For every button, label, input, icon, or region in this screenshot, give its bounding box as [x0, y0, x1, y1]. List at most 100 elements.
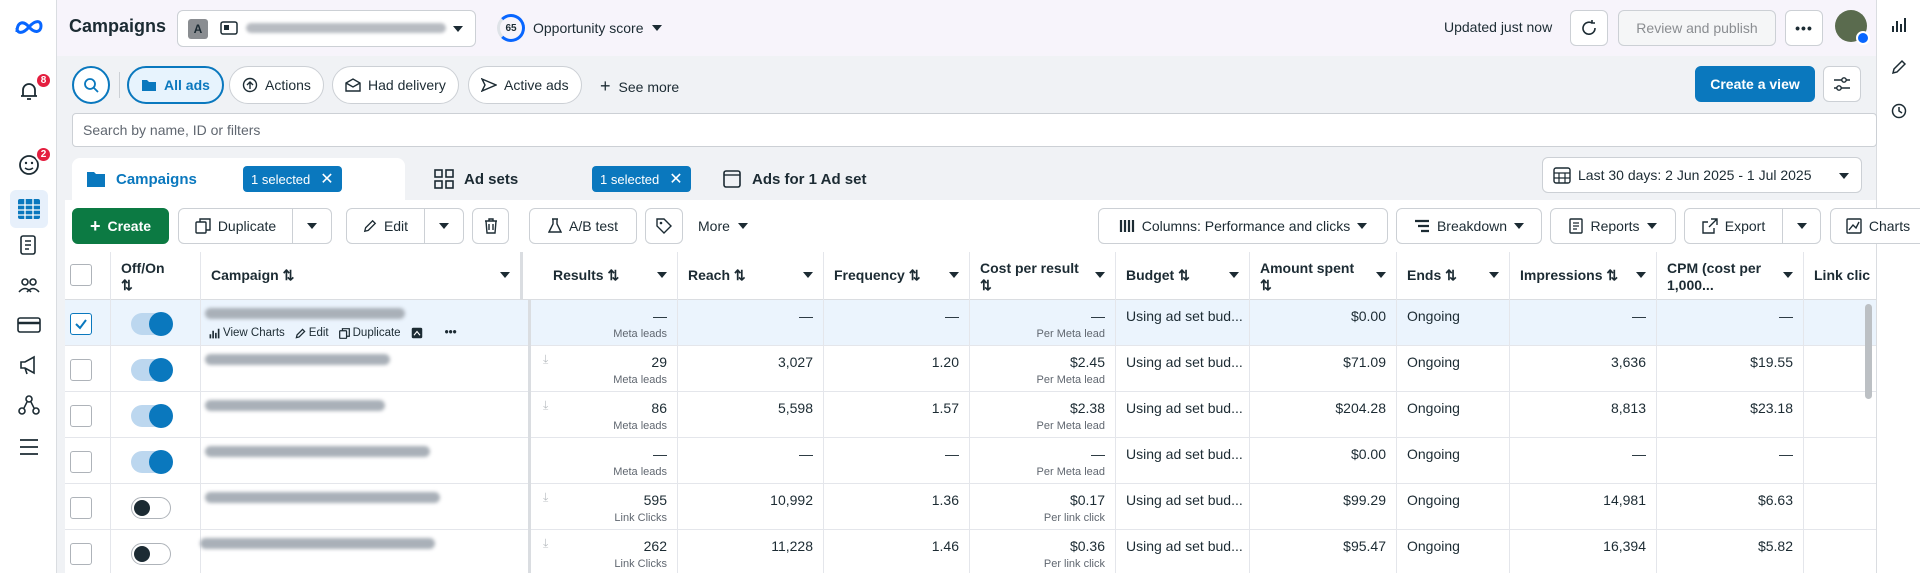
- campaign-name-redacted[interactable]: [205, 354, 390, 365]
- ads-manager-table-icon[interactable]: [10, 190, 48, 228]
- header-amount-spent[interactable]: Amount spent ⇅: [1250, 252, 1397, 300]
- refresh-button[interactable]: [1570, 10, 1608, 46]
- header-link-clicks[interactable]: Link clic: [1804, 252, 1876, 300]
- row-checkbox[interactable]: [70, 313, 92, 335]
- campaign-name-redacted[interactable]: [205, 400, 385, 411]
- notifications-bell-icon[interactable]: 8: [14, 72, 52, 106]
- account-selector[interactable]: A: [177, 10, 476, 47]
- charts-button[interactable]: Charts: [1830, 208, 1920, 244]
- pages-icon[interactable]: [14, 230, 44, 260]
- delivery-toggle[interactable]: [131, 450, 173, 474]
- pill-all-ads[interactable]: All ads: [127, 66, 224, 104]
- table-row[interactable]: ⤓ 595 Link Clicks 10,992 1.36 $0.17 Per link c…: [65, 484, 1876, 530]
- header-off-on[interactable]: Off/On ⇅: [111, 252, 201, 300]
- header-reach[interactable]: Reach ⇅: [678, 252, 824, 300]
- campaign-name-redacted[interactable]: [205, 492, 440, 503]
- download-icon[interactable]: ⤓: [543, 490, 548, 505]
- edit-link[interactable]: Edit: [295, 327, 329, 339]
- menu-hamburger-icon[interactable]: [14, 432, 44, 462]
- header-results[interactable]: Results ⇅: [531, 252, 678, 300]
- tab-ad-sets[interactable]: Ad sets 1 selected ✕: [414, 158, 699, 200]
- search-input[interactable]: Search by name, ID or filters: [72, 113, 1877, 147]
- header-impressions[interactable]: Impressions ⇅: [1510, 252, 1657, 300]
- export-dropdown-button[interactable]: [1782, 208, 1821, 244]
- campaign-name-redacted[interactable]: [205, 308, 405, 319]
- campaign-name-redacted[interactable]: [205, 446, 430, 457]
- date-range-picker[interactable]: Last 30 days: 2 Jun 2025 - 1 Jul 2025: [1542, 157, 1862, 193]
- pill-actions[interactable]: Actions: [229, 66, 324, 104]
- duplicate-button[interactable]: Duplicate: [178, 208, 293, 244]
- selected-chip[interactable]: 1 selected ✕: [243, 166, 342, 192]
- view-settings-button[interactable]: [1823, 66, 1861, 102]
- header-campaign[interactable]: Campaign ⇅: [201, 252, 523, 300]
- select-all-checkbox[interactable]: [70, 264, 92, 286]
- table-row[interactable]: ⤓ 29 Meta leads 3,027 1.20 $2.45 Per Meta lead…: [65, 346, 1876, 392]
- edit-dropdown-button[interactable]: [424, 208, 464, 244]
- duplicate-dropdown-button[interactable]: [292, 208, 332, 244]
- close-icon[interactable]: ✕: [320, 169, 333, 189]
- pill-active-ads[interactable]: Active ads: [468, 66, 582, 104]
- vertical-scrollbar[interactable]: [1865, 304, 1872, 399]
- pill-had-delivery[interactable]: Had delivery: [332, 66, 459, 104]
- header-cost-per-result[interactable]: Cost per result ⇅: [970, 252, 1116, 300]
- create-view-button[interactable]: Create a view: [1695, 66, 1815, 102]
- header-budget[interactable]: Budget ⇅: [1116, 252, 1250, 300]
- cell-campaign-name[interactable]: [201, 484, 531, 530]
- more-options-button[interactable]: •••: [1785, 10, 1823, 46]
- meta-logo-icon[interactable]: [14, 12, 44, 42]
- breakdown-button[interactable]: Breakdown: [1396, 208, 1542, 244]
- more-button[interactable]: More: [698, 208, 748, 244]
- table-row[interactable]: View Charts Edit Duplicate ••• — Meta lea…: [65, 300, 1876, 346]
- row-checkbox[interactable]: [70, 405, 92, 427]
- avatar[interactable]: [1835, 10, 1870, 45]
- search-toggle-button[interactable]: [72, 66, 110, 104]
- columns-button[interactable]: Columns: Performance and clicks: [1098, 208, 1388, 244]
- duplicate-link[interactable]: Duplicate: [338, 327, 401, 339]
- see-more-button[interactable]: + See more: [600, 76, 679, 97]
- activity-face-icon[interactable]: 2: [14, 146, 52, 180]
- opportunity-score[interactable]: 65 Opportunity score: [497, 14, 662, 42]
- ab-test-button[interactable]: A/B test: [529, 208, 637, 244]
- table-row[interactable]: ⤓ 262 Link Clicks 11,228 1.46 $0.36 Per link c…: [65, 530, 1876, 573]
- delete-button[interactable]: [472, 208, 509, 244]
- table-row[interactable]: — Meta leads — — — Per Meta lead Using ad set …: [65, 438, 1876, 484]
- delivery-toggle[interactable]: [131, 312, 173, 336]
- row-checkbox[interactable]: [70, 543, 92, 565]
- cell-campaign-name[interactable]: [201, 346, 531, 392]
- export-button[interactable]: Export: [1684, 208, 1783, 244]
- delivery-toggle[interactable]: [131, 543, 171, 565]
- bar-chart-icon[interactable]: [1888, 14, 1910, 36]
- business-tools-icon[interactable]: [14, 390, 44, 420]
- download-icon[interactable]: ⤓: [543, 352, 548, 367]
- tag-button[interactable]: [645, 208, 683, 244]
- pencil-icon[interactable]: [1888, 56, 1910, 78]
- header-frequency[interactable]: Frequency ⇅: [824, 252, 970, 300]
- billing-card-icon[interactable]: [14, 310, 44, 340]
- cell-campaign-name[interactable]: [201, 392, 531, 438]
- header-ends[interactable]: Ends ⇅: [1397, 252, 1510, 300]
- review-publish-button[interactable]: Review and publish: [1618, 10, 1776, 46]
- row-checkbox[interactable]: [70, 451, 92, 473]
- tab-ads[interactable]: Ads for 1 Ad set: [708, 158, 993, 200]
- row-checkbox[interactable]: [70, 359, 92, 381]
- delivery-toggle[interactable]: [131, 404, 173, 428]
- cell-campaign-name[interactable]: View Charts Edit Duplicate •••: [201, 300, 531, 346]
- header-cpm[interactable]: CPM (cost per 1,000...: [1657, 252, 1804, 300]
- selected-chip[interactable]: 1 selected ✕: [592, 166, 691, 192]
- cell-campaign-name[interactable]: [200, 530, 531, 573]
- view-charts-link[interactable]: View Charts: [209, 327, 285, 339]
- tab-campaigns[interactable]: Campaigns 1 selected ✕: [72, 158, 405, 200]
- delivery-toggle[interactable]: [131, 358, 173, 382]
- close-icon[interactable]: ✕: [669, 169, 682, 189]
- delivery-toggle[interactable]: [131, 497, 171, 519]
- history-clock-icon[interactable]: [1888, 100, 1910, 122]
- row-checkbox[interactable]: [70, 497, 92, 519]
- audiences-icon[interactable]: [14, 270, 44, 300]
- campaign-name-redacted[interactable]: [200, 538, 435, 549]
- create-button[interactable]: + Create: [72, 208, 169, 244]
- download-icon[interactable]: ⤓: [543, 398, 548, 413]
- pin-icon[interactable]: [411, 327, 423, 339]
- more-actions-icon[interactable]: •••: [445, 327, 457, 339]
- edit-button[interactable]: Edit: [346, 208, 425, 244]
- megaphone-icon[interactable]: [14, 350, 44, 380]
